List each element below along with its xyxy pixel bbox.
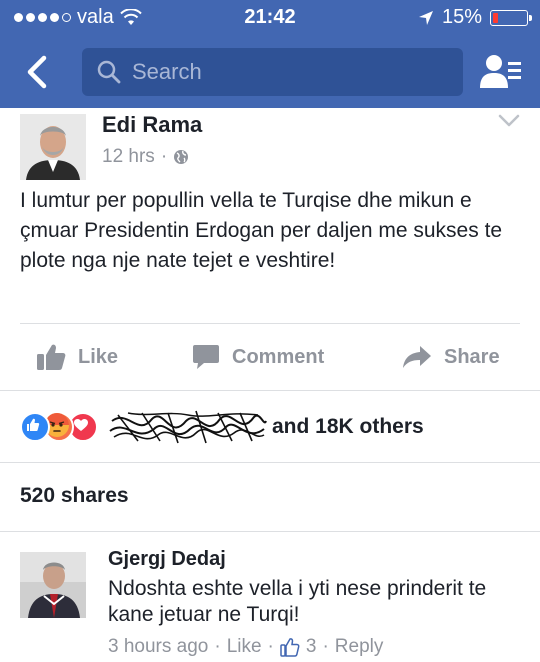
back-chevron-icon[interactable] — [18, 50, 58, 94]
search-icon — [97, 60, 121, 84]
status-right: 15% — [418, 6, 532, 29]
location-arrow-icon — [418, 10, 433, 25]
comment-reply-link[interactable]: Reply — [335, 636, 384, 658]
meta-separator: · — [267, 636, 274, 657]
comment-label: Comment — [232, 345, 325, 368]
post-text: I lumtur per popullin vella te Turqise d… — [20, 189, 503, 272]
like-label: Like — [78, 345, 119, 368]
post-header: Edi Rama 12 hrs · — [0, 108, 540, 180]
reaction-others-text: and 18K others — [272, 415, 424, 438]
top-bar: vala 21:42 15% Search — [0, 0, 540, 108]
post-meta: 12 hrs · — [102, 146, 189, 168]
comment-text: Ndoshta eshte vella i yti nese prinderit… — [108, 577, 487, 626]
status-bar: vala 21:42 15% — [0, 0, 540, 36]
like-reaction-icon — [20, 412, 50, 442]
commenter-photo — [20, 552, 86, 618]
comment-like-count-icon — [280, 638, 300, 657]
meta-separator: · — [214, 636, 221, 657]
comment-time[interactable]: 3 hours ago — [108, 636, 208, 658]
comment-like-count: 3 — [305, 636, 317, 657]
shares-count[interactable]: 520 shares — [20, 484, 129, 508]
comment-button[interactable]: Comment — [192, 334, 324, 380]
commenter-avatar[interactable] — [20, 552, 86, 618]
post-time[interactable]: 12 hrs — [102, 146, 155, 168]
post-options-chevron-icon[interactable] — [498, 114, 520, 128]
comment-meta: 3 hours ago · Like · 3 · Reply — [108, 636, 383, 658]
reactions-row[interactable]: and 18K others — [20, 410, 424, 444]
meta-separator: · — [160, 146, 168, 167]
comment-like-link[interactable]: Like — [227, 636, 262, 658]
post-author-name[interactable]: Edi Rama — [102, 112, 202, 138]
commenter-name[interactable]: Gjergj Dedaj — [108, 548, 226, 571]
like-button[interactable]: Like — [36, 334, 118, 380]
thumbs-up-icon — [37, 344, 66, 370]
share-button[interactable]: Share — [402, 334, 500, 380]
search-bar[interactable]: Search — [82, 48, 463, 96]
divider — [20, 323, 520, 324]
divider — [0, 462, 540, 463]
nav-bar: Search — [0, 44, 540, 100]
redacted-name-scribble — [109, 410, 267, 444]
post-actions: Like Comment Share — [0, 334, 540, 380]
author-photo — [20, 114, 86, 180]
globe-icon — [174, 150, 189, 164]
comment-bubble-icon — [193, 345, 219, 369]
reaction-names[interactable]: and 18K others — [108, 407, 424, 447]
battery-icon — [490, 9, 532, 26]
author-avatar[interactable] — [20, 114, 86, 180]
search-placeholder: Search — [132, 59, 202, 84]
divider — [0, 390, 540, 391]
share-arrow-icon — [403, 346, 431, 368]
divider — [0, 531, 540, 532]
battery-percent: 15% — [441, 6, 482, 28]
share-label: Share — [444, 345, 500, 368]
meta-separator: · — [322, 636, 329, 657]
friend-requests-icon[interactable] — [480, 52, 522, 92]
